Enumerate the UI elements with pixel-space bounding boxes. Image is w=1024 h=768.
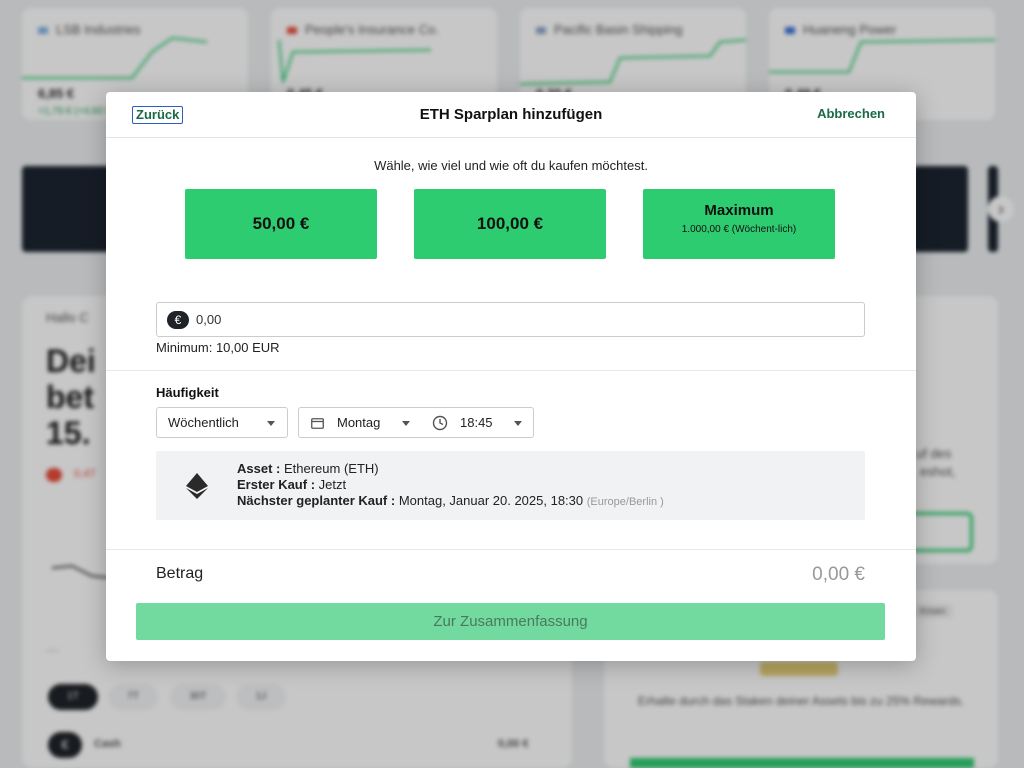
cancel-button[interactable]: Abbrechen [817,106,885,121]
preset-amount-label: 100,00 € [476,214,544,233]
minimum-amount-text: Minimum: 10,00 EUR [156,340,280,355]
modal-subtitle: Wähle, wie viel und wie oft du kaufen mö… [374,158,648,173]
savings-plan-modal: Zurück ETH Sparplan hinzufügen Abbrechen… [106,92,916,661]
amount-label: Betrag [156,565,204,582]
time-select-value[interactable]: 18:45 [460,415,493,430]
first-purchase-value: Jetzt [318,477,347,492]
preset-maximum-button[interactable]: Maximum 1.000,00 € (Wöchent-lich) [643,189,835,259]
asset-info-line: Asset : Ethereum (ETH) [237,461,379,476]
section-divider [106,549,916,551]
chevron-down-icon [267,421,275,426]
euro-icon: € [167,311,189,329]
summary-button[interactable]: Zur Zusammenfassung [136,603,885,640]
modal-header: Zurück ETH Sparplan hinzufügen Abbrechen [106,92,916,138]
modal-title: ETH Sparplan hinzufügen [419,106,603,123]
next-purchase-label: Nächster geplanter Kauf : [237,493,396,508]
preset-amount-button[interactable]: 100,00 € [414,189,606,259]
preset-amount-label: 50,00 € [252,214,310,233]
first-purchase-line: Erster Kauf : Jetzt [237,477,346,492]
calendar-icon [311,418,324,429]
clock-icon [432,415,448,431]
amount-input[interactable]: € 0,00 [156,302,865,337]
asset-label: Asset : [237,461,281,476]
section-divider [106,370,916,371]
chevron-down-icon[interactable] [402,421,410,426]
first-purchase-label: Erster Kauf : [237,477,316,492]
next-purchase-value: Montag, Januar 20. 2025, 18:30 [398,493,584,508]
next-purchase-line: Nächster geplanter Kauf : Montag, Januar… [237,493,664,508]
interval-select-value: Wöchentlich [168,415,239,430]
frequency-label: Häufigkeit [156,385,219,400]
preset-amount-label: Maximum [704,202,774,219]
plan-info-box: Asset : Ethereum (ETH) Erster Kauf : Jet… [156,451,865,520]
timezone-text: (Europe/Berlin ) [586,496,664,508]
preset-amount-button[interactable]: 50,00 € [185,189,377,259]
interval-select[interactable]: Wöchentlich [156,407,288,438]
schedule-select-group: Montag 18:45 [298,407,534,438]
chevron-down-icon[interactable] [514,421,522,426]
day-select-value[interactable]: Montag [337,415,380,430]
amount-total: 0,00 € [812,564,865,585]
ethereum-icon [186,473,208,499]
amount-input-value: 0,00 [196,312,222,327]
asset-value: Ethereum (ETH) [283,461,379,476]
preset-maximum-sublabel: 1.000,00 € (Wöchent-lich) [681,224,797,235]
